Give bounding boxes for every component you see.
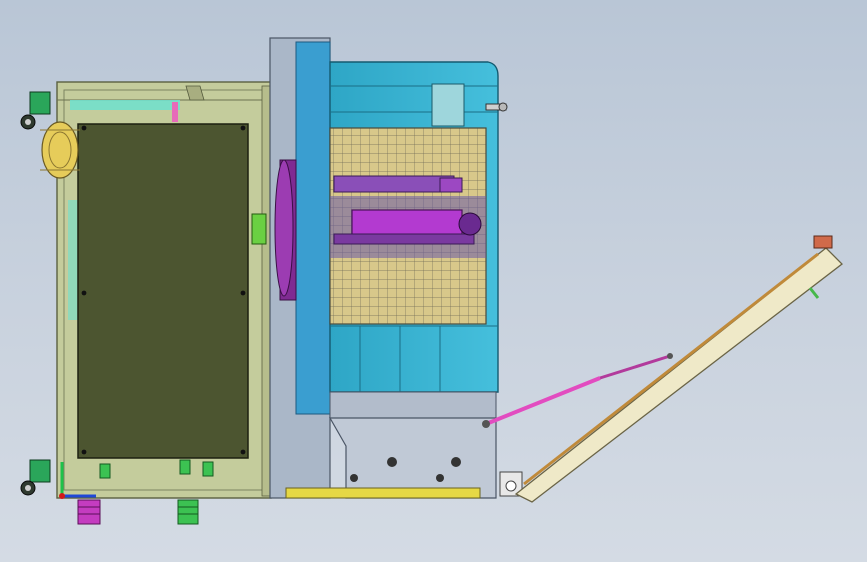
caster-wheel-icon — [20, 459, 51, 496]
drum-assembly — [333, 175, 482, 245]
round-gauge — [40, 121, 80, 179]
open-lid — [514, 235, 843, 503]
caster-wheel-icon — [20, 91, 51, 130]
inlet-connector-magenta — [77, 499, 101, 525]
assembly-drawing[interactable] — [0, 0, 867, 562]
cad-viewport[interactable] — [0, 0, 867, 562]
outlet-connector-green — [177, 499, 199, 525]
control-panel — [77, 123, 249, 459]
